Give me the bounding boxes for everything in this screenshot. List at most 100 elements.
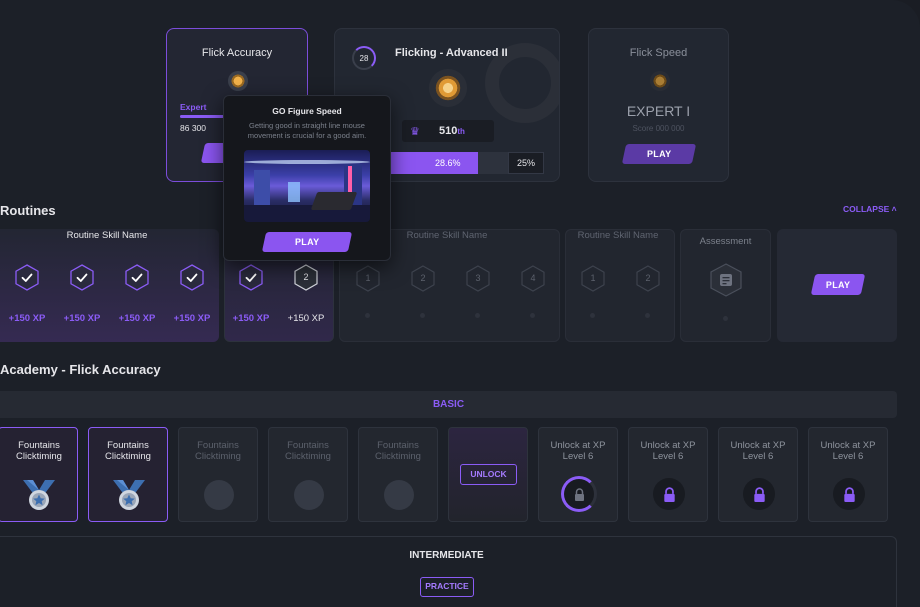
xp-label: +150 XP [173, 313, 211, 324]
academy-tile-locked: Unlock at XP Level 6 [718, 427, 798, 522]
rank-label: EXPERT I [626, 103, 691, 119]
medal-icon [113, 480, 145, 510]
routine-play-button[interactable]: PLAY [810, 274, 866, 295]
hex-number: 1 [590, 273, 596, 283]
academy-tile[interactable]: Fountains Clicktiming [358, 427, 438, 522]
placeholder-circle [204, 480, 234, 510]
tile-label: Fountains Clicktiming [195, 440, 241, 462]
hex-number: 4 [530, 273, 536, 283]
academy-tile-unlock: UNLOCK [448, 427, 528, 522]
dot [475, 313, 480, 318]
hex-item: 3 [466, 265, 490, 292]
rank-label: Expert [180, 102, 207, 112]
dot [530, 313, 535, 318]
card-title: Flicking - Advanced II [395, 47, 508, 59]
document-icon [710, 263, 742, 297]
practice-button[interactable]: PRACTICE [420, 577, 474, 597]
progress-ring [561, 476, 597, 512]
lock-circle [743, 478, 775, 510]
hex-number: 1 [365, 273, 371, 283]
tooltip-description: Getting good in straight line mouse move… [247, 121, 367, 140]
game-preview-image [244, 150, 370, 222]
hex-item: 4 [521, 265, 545, 292]
academy-tile[interactable]: Fountains Clicktiming [268, 427, 348, 522]
academy-tile[interactable]: Fountains Clicktiming [0, 427, 78, 522]
check-hex-icon [15, 264, 39, 291]
placeholder-circle [384, 480, 414, 510]
play-button[interactable]: PLAY [621, 144, 697, 164]
tile-label: Unlock at XP Level 6 [640, 440, 696, 462]
xp-label: +150 XP [118, 313, 156, 324]
dot [645, 313, 650, 318]
xp-label: +150 XP [8, 313, 46, 324]
hex-item: 2 [636, 265, 660, 292]
card-title: Flick Accuracy [201, 47, 273, 59]
lock-circle [833, 478, 865, 510]
xp-label: +150 XP [287, 313, 325, 324]
trophy-icon: ♛ [410, 126, 420, 138]
tile-label: Unlock at XP Level 6 [730, 440, 786, 462]
tile-label: Fountains Clicktiming [375, 440, 421, 462]
routines-title: Routines [0, 203, 56, 218]
academy-tile-locked: Unlock at XP Level 6 [538, 427, 618, 522]
tooltip-play-button[interactable]: PLAY [261, 232, 353, 252]
routine-group-name: Routine Skill Name [66, 230, 148, 241]
medal-icon [228, 71, 248, 91]
academy-tile-locked: Unlock at XP Level 6 [628, 427, 708, 522]
level-number: 28 [359, 53, 369, 63]
basic-label: BASIC [432, 399, 465, 410]
assessment-label: Assessment [699, 236, 752, 247]
placeholder-circle [294, 480, 324, 510]
basic-header: BASIC [0, 391, 897, 418]
lock-icon [574, 487, 584, 501]
score-label: 86 300 [180, 123, 206, 133]
card-flick-speed[interactable]: Flick Speed EXPERT I Score 000 000 PLAY [588, 28, 729, 182]
hex-number: 2 [303, 272, 309, 282]
tile-label: Unlock at XP Level 6 [550, 440, 606, 462]
hex-number: 2 [645, 273, 651, 283]
lock-icon [663, 486, 675, 502]
medal-icon [650, 71, 670, 91]
tile-label: Unlock at XP Level 6 [820, 440, 876, 462]
current-hex[interactable]: 2 [294, 264, 318, 291]
academy-title: Academy - Flick Accuracy [0, 362, 161, 377]
progress-track: 28.6% [389, 152, 508, 174]
dot [590, 313, 595, 318]
lock-icon [753, 486, 765, 502]
check-hex-icon [70, 264, 94, 291]
hex-item: 2 [411, 265, 435, 292]
position-value: 510th [439, 125, 465, 137]
tooltip-popover: GO Figure Speed Getting good in straight… [223, 95, 391, 261]
next-value: 25% [508, 152, 544, 174]
collapse-button[interactable]: COLLAPSE ˄ [843, 204, 897, 214]
routine-group-name: Routine Skill Name [406, 230, 488, 241]
tooltip-title: GO Figure Speed [272, 106, 342, 116]
lock-icon [843, 486, 855, 502]
academy-tile[interactable]: Fountains Clicktiming [88, 427, 168, 522]
xp-label: +150 XP [232, 313, 270, 324]
score-label: Score 000 000 [632, 124, 685, 133]
unlock-button[interactable]: UNLOCK [460, 464, 517, 485]
dot [365, 313, 370, 318]
tile-label: Fountains Clicktiming [285, 440, 331, 462]
academy-tile-locked: Unlock at XP Level 6 [808, 427, 888, 522]
card-title: Flick Speed [629, 47, 688, 59]
check-hex-icon [125, 264, 149, 291]
dot [420, 313, 425, 318]
tile-label: Fountains Clicktiming [16, 440, 62, 462]
hex-number: 3 [475, 273, 481, 283]
tile-label: Fountains Clicktiming [105, 440, 151, 462]
progress-fill [389, 152, 479, 174]
intermediate-section: INTERMEDIATE PRACTICE [0, 536, 897, 607]
medal-icon [429, 69, 467, 107]
progress-label: 28.6% [435, 158, 461, 168]
xp-label: +150 XP [63, 313, 101, 324]
medal-icon [23, 480, 55, 510]
academy-tile[interactable]: Fountains Clicktiming [178, 427, 258, 522]
rank-box: ♛ 510th [402, 120, 494, 142]
intermediate-label: INTERMEDIATE [409, 550, 484, 561]
hex-item: 1 [581, 265, 605, 292]
level-badge: 28 [352, 46, 376, 70]
dot [723, 316, 728, 321]
app-frame: Flick Accuracy Expert 86 300 28 Flicking… [0, 0, 920, 607]
